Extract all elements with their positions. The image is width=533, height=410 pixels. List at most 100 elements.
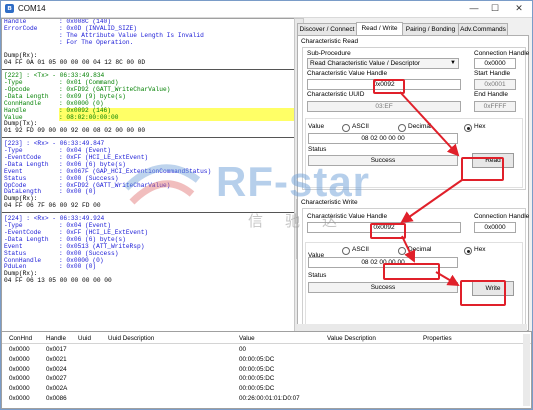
table-row[interactable]: 0x0000 0x0021 00:00:05:DC <box>2 355 531 364</box>
minimize-button[interactable]: — <box>466 2 482 15</box>
log-field-value: : 0x00 (0) <box>59 263 97 271</box>
log-field-value: : For The Operation. <box>59 38 134 46</box>
tab-strip: Discover / Connect Read / Write Pairing … <box>297 22 529 36</box>
table-cell: 0x0000 <box>9 375 30 383</box>
write-ascii-radio[interactable] <box>342 247 350 255</box>
maximize-button[interactable]: ☐ <box>487 2 503 15</box>
table-row[interactable]: 0x0000 0x0027 00:00:05:DC <box>2 374 531 383</box>
column-header[interactable]: Handle <box>46 334 66 343</box>
read-value-handle-label: Characteristic Value Handle <box>307 70 388 77</box>
chevron-down-icon: ▼ <box>450 60 456 66</box>
table-cell: 0x0027 <box>46 375 67 383</box>
table-cell: 00:00:05:DC <box>239 365 275 373</box>
table-header-row: ConHnd Handle Uuid Uuid Description Value Val… <box>2 334 531 344</box>
log-field: ConnHandle: 0x0000 (0) <box>2 100 294 108</box>
table-cell: 00:00:05:DC <box>239 385 275 393</box>
log-field: -Data Length: 0x09 (9) byte(s) <box>2 93 294 101</box>
read-decimal-radio[interactable] <box>398 124 406 132</box>
log-field-value: : 0x00 (0) <box>59 188 97 196</box>
write-button-highlight <box>460 280 506 306</box>
write-decimal-radio[interactable] <box>398 247 406 255</box>
read-hex-radio[interactable] <box>464 124 472 132</box>
write-group-title: Characteristic Write <box>301 199 358 206</box>
write-status-field: Success <box>308 282 458 293</box>
log-field: ConnHandle: 0x0000 (0) <box>2 257 294 265</box>
column-header[interactable]: Value Description <box>327 334 376 343</box>
sub-procedure-select[interactable]: Read Characteristic Value / Descriptor ▼ <box>307 58 459 69</box>
write-value-highlight <box>383 263 440 280</box>
table-row[interactable]: 0x0000 0x0086 00:26:00:01:01:D0:07 <box>2 394 531 403</box>
log-field: Value: 08:02:00:00:00 <box>2 114 294 122</box>
tab-adv-commands[interactable]: Adv.Commands <box>458 23 508 35</box>
tab-pairing-bonding[interactable]: Pairing / Bonding <box>402 23 459 35</box>
tab-discover-connect[interactable]: Discover / Connect <box>297 23 357 35</box>
log-field: Status: 0x00 (Success) <box>2 250 294 258</box>
title-bar: ʙ COM14 — ☐ ✕ <box>1 1 532 18</box>
read-hex-label: Hex <box>474 123 486 130</box>
read-conn-handle-label: Connection Handle <box>474 50 530 57</box>
read-handle-highlight <box>373 79 405 94</box>
panel-scrollbar[interactable] <box>297 324 527 331</box>
table-cell: 0x0024 <box>46 365 67 373</box>
table-cell: 0x0021 <box>46 355 67 363</box>
log-field: OpCode: 0xFD92 (GATT_WriteCharValue) <box>2 182 294 190</box>
end-handle-label: End Handle <box>474 91 508 98</box>
log-field: Event: 0x067F (GAP_HCI_ExtentionCommandS… <box>2 168 294 176</box>
table-cell: 00 <box>239 346 247 353</box>
tab-read-write[interactable]: Read / Write <box>356 22 403 36</box>
uuid-label: Characteristic UUID <box>307 91 365 98</box>
table-cell: 0x0000 <box>9 385 30 393</box>
read-value-label: Value <box>308 123 325 130</box>
log-field: Event: 0x0513 (ATT_WriteRsp) <box>2 243 294 251</box>
write-handle-highlight <box>370 223 406 239</box>
end-handle-input[interactable]: 0xFFFF <box>474 101 516 112</box>
read-status-field: Success <box>308 155 458 166</box>
table-scrollbar[interactable] <box>523 334 530 406</box>
table-cell: 00:26:00:01:01:D0:07 <box>239 395 300 402</box>
table-cell: 0x0000 <box>9 395 30 402</box>
log-field-value: : 08:02:00:00:00 <box>59 114 294 122</box>
read-ascii-radio[interactable] <box>342 124 350 132</box>
read-status-label: Status <box>308 146 327 153</box>
start-handle-input[interactable]: 0x0001 <box>474 79 516 90</box>
read-button-highlight <box>461 157 504 181</box>
table-cell: 0x0017 <box>46 346 67 353</box>
read-value-field[interactable]: 08 02 00 00 00 <box>308 133 458 144</box>
write-conn-handle-label: Connection Handle <box>474 213 530 220</box>
log-entry-header: [222] : <Tx> - 06:33:49.834 <box>4 72 105 80</box>
log-field: -Type: 0x04 (Event) <box>2 147 294 155</box>
log-field-key <box>2 33 59 40</box>
table-cell: 0x0000 <box>9 346 30 353</box>
uuid-input[interactable]: 03:EF <box>307 101 461 112</box>
log-entry-header: [223] : <Rx> - 06:33:49.847 <box>4 140 105 148</box>
table-cell: 00:00:05:DC <box>239 375 275 383</box>
log-field: Handle: 0x0092 (146) <box>2 107 294 115</box>
attribute-table[interactable]: ConHnd Handle Uuid Uuid Description Value Val… <box>1 331 532 409</box>
close-button[interactable]: ✕ <box>511 2 527 15</box>
read-conn-handle-input[interactable]: 0x0000 <box>474 58 516 69</box>
table-row[interactable]: 0x0000 0x002A 00:00:05:DC <box>2 384 531 393</box>
start-handle-label: Start Handle <box>474 70 511 77</box>
log-field: -Type: 0x04 (Event) <box>2 222 294 230</box>
write-hex-radio[interactable] <box>464 247 472 255</box>
write-hex-label: Hex <box>474 246 486 253</box>
column-header[interactable]: Uuid Description <box>108 334 154 343</box>
write-value-handle-label: Characteristic Value Handle <box>307 213 388 220</box>
table-row[interactable]: 0x0000 0x0024 00:00:05:DC <box>2 365 531 374</box>
message-log[interactable]: Handle: 0x008C (140) ErrorCode: 0x0D (INV… <box>1 18 295 333</box>
table-cell: 0x0086 <box>46 395 67 402</box>
column-header[interactable]: ConHnd <box>9 334 32 343</box>
log-entry-header: [224] : <Rx> - 06:33:49.924 <box>4 215 105 223</box>
column-header[interactable]: Properties <box>423 334 452 343</box>
table-cell: 0x0000 <box>9 365 30 373</box>
bluetooth-icon: ʙ <box>5 4 14 13</box>
log-field: : The Attribute Value Length Is Invalid <box>2 32 294 40</box>
write-conn-handle-input[interactable]: 0x0000 <box>474 222 516 233</box>
write-decimal-label: Decimal <box>408 246 432 253</box>
column-header[interactable]: Uuid <box>78 334 91 343</box>
table-row[interactable]: 0x0000 0x0017 00 <box>2 345 531 354</box>
log-field: Handle: 0x008C (140) <box>2 19 294 26</box>
column-header[interactable]: Value <box>239 334 255 343</box>
table-cell: 00:00:05:DC <box>239 355 275 363</box>
read-decimal-label: Decimal <box>408 123 432 130</box>
